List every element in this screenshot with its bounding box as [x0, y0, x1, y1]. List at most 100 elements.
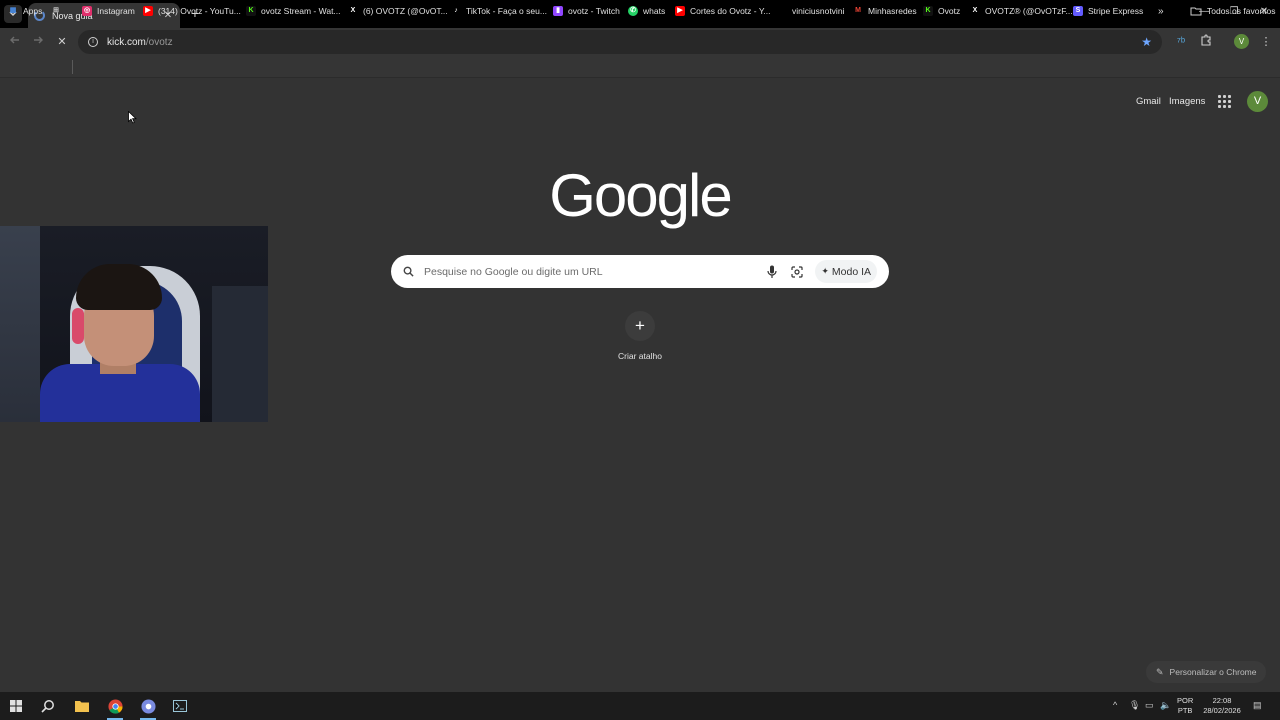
customize-chrome-button[interactable]: ✎ Personalizar o Chrome	[1146, 661, 1267, 683]
windows-taskbar: ^ 🎙 ▭ 🔈 ▤	[0, 692, 1280, 720]
ai-mode-label: Modo IA	[831, 265, 871, 278]
arrow-right-icon	[34, 36, 43, 44]
bookmarks-bar	[0, 56, 1280, 78]
profile-avatar[interactable]: V	[1247, 91, 1268, 112]
ai-mode-button[interactable]: ✦ Modo IA	[815, 260, 877, 283]
back-button[interactable]	[7, 34, 23, 50]
browser-toolbar: ✕ i kick.com/ovotz ★ ⁷ᵇ ⋮	[0, 28, 1280, 56]
bookmark-star-icon[interactable]: ★	[1141, 35, 1152, 49]
notifications-icon[interactable]: ▤	[1253, 700, 1262, 711]
bookmark-stripe[interactable]: S Stripe Express	[1073, 4, 1143, 18]
tray-overflow-chevron-icon[interactable]: ^	[1113, 700, 1117, 710]
bookmark-label: Ovotz	[938, 6, 961, 16]
bookmark-label: (6) OVOTZ (@OvOT...	[363, 6, 448, 16]
volume-icon[interactable]: 🔈	[1160, 700, 1171, 711]
grid-icon: ⊞	[53, 7, 59, 14]
chrome-taskbar-icon[interactable]	[104, 696, 126, 720]
images-link[interactable]: Imagens	[1169, 96, 1205, 107]
search-icon	[403, 266, 414, 277]
bookmark-kick-stream[interactable]: K ovotz Stream - Wat...	[246, 4, 341, 18]
language-indicator[interactable]: POR PTB	[1177, 696, 1193, 716]
url-path: /ovotz	[145, 36, 173, 48]
bookmark-label: Todos os favoritos	[1207, 6, 1276, 16]
search-box[interactable]: Pesquise no Google ou digite um URL ✦ Mo…	[391, 255, 889, 288]
address-bar[interactable]: i kick.com/ovotz ★	[78, 30, 1162, 54]
windows-start-icon[interactable]	[5, 696, 27, 716]
webcam-overlay	[0, 226, 268, 422]
youtube-icon: ▶	[143, 6, 153, 16]
bookmark-instagram[interactable]: ◎ Instagram	[82, 4, 135, 18]
bookmark-x-ovotzf[interactable]: X OVOTZ® (@OvOTzF...	[970, 4, 1073, 18]
tiktok-icon: ♪	[451, 6, 461, 16]
shortcut-label: Criar atalho	[618, 351, 662, 361]
bookmarks-overflow-chevron-icon[interactable]: »	[1158, 4, 1164, 18]
bookmark-ovotz[interactable]: K Ovotz	[923, 4, 960, 18]
apps-icon: ▦	[9, 7, 17, 14]
bookmark-apps[interactable]: ▦ Apps	[8, 4, 43, 18]
bookmark-label: TikTok - Faça o seu...	[466, 6, 547, 16]
file-explorer-icon[interactable]	[71, 696, 93, 716]
url-text[interactable]: kick.com/ovotz	[107, 37, 173, 48]
bookmark-label: ovotz Stream - Wat...	[261, 6, 341, 16]
bookmark-all-favorites[interactable]: Todos os favoritos	[1190, 4, 1276, 18]
add-shortcut[interactable]: + Criar atalho	[616, 311, 664, 361]
search-input[interactable]: Pesquise no Google ou digite um URL	[424, 266, 767, 278]
plus-icon: +	[625, 311, 655, 341]
chrome-profile-taskbar-icon[interactable]	[137, 696, 159, 720]
bookmark-cortes[interactable]: ▶ Cortes do Ovotz - Y...	[675, 4, 770, 18]
bookmark-grid[interactable]: ⊞	[51, 4, 66, 18]
gmail-link[interactable]: Gmail	[1136, 96, 1161, 107]
x-icon: X	[348, 6, 358, 16]
bookmark-x-ovotz[interactable]: X (6) OVOTZ (@OvOT...	[348, 4, 448, 18]
clock-time: 22:08	[1212, 696, 1232, 705]
google-lens-icon[interactable]	[791, 265, 803, 278]
kick-icon: K	[923, 6, 933, 16]
arrow-left-icon	[10, 36, 19, 44]
stop-loading-button[interactable]: ✕	[54, 34, 70, 50]
bookmark-minhasredes[interactable]: M Minhasredes	[853, 4, 917, 18]
microphone-icon[interactable]	[767, 265, 777, 279]
clock[interactable]: 22:08 28/02/2026	[1200, 696, 1244, 716]
kick-icon: K	[246, 6, 256, 16]
clock-date: 28/02/2026	[1203, 706, 1241, 715]
keyboard-layout: PTB	[1177, 706, 1193, 715]
translate-extension-icon[interactable]: ⁷ᵇ	[1173, 34, 1189, 50]
bookmark-label: Instagram	[97, 6, 135, 16]
url-host: kick.com	[107, 36, 146, 48]
twitch-icon: ▮	[553, 6, 563, 16]
extensions-puzzle-icon[interactable]	[1198, 34, 1214, 50]
customize-label: Personalizar o Chrome	[1169, 667, 1257, 677]
bookmark-twitch[interactable]: ▮ ovotz - Twitch	[553, 4, 620, 18]
site-info-icon[interactable]: i	[88, 37, 98, 47]
google-logo: Google	[549, 162, 732, 229]
forward-button[interactable]	[30, 34, 46, 50]
x-icon: X	[970, 6, 980, 16]
gmail-icon: M	[855, 7, 861, 14]
profile-avatar-small[interactable]: V	[1234, 34, 1249, 49]
google-apps-icon[interactable]	[1218, 95, 1231, 108]
bookmark-label: whats	[643, 6, 666, 16]
bookmark-youtube-ovotz[interactable]: ▶ (314) Ovotz - YouTu...	[143, 4, 241, 18]
bookmark-label: ovotz - Twitch	[568, 6, 620, 16]
bookmark-viniciusnotvini[interactable]: viniciusnotvini	[777, 4, 844, 18]
terminal-taskbar-icon[interactable]	[169, 696, 191, 716]
taskbar-search-icon[interactable]	[37, 696, 59, 716]
bookmark-tiktok[interactable]: ♪ TikTok - Faça o seu...	[451, 4, 547, 18]
whatsapp-icon: ✆	[628, 6, 638, 16]
bookmark-whats[interactable]: ✆ whats	[628, 4, 665, 18]
bookmark-label: Apps	[23, 6, 43, 16]
mouse-cursor-icon	[128, 111, 137, 124]
network-icon[interactable]: ▭	[1145, 700, 1154, 711]
stripe-icon: S	[1073, 6, 1083, 16]
site-icon	[777, 6, 787, 16]
menu-kebab-icon[interactable]: ⋮	[1258, 34, 1274, 50]
bookmark-label: viniciusnotvini	[792, 6, 845, 16]
folder-icon	[1190, 7, 1202, 16]
bookmark-label: OVOTZ® (@OvOTzF...	[985, 6, 1073, 16]
bookmark-label: Stripe Express	[1088, 6, 1144, 16]
bookmark-label: (314) Ovotz - YouTu...	[158, 6, 241, 16]
bookmarks-separator	[72, 60, 73, 74]
microphone-tray-icon[interactable]: 🎙	[1129, 700, 1140, 711]
bookmark-label: Minhasredes	[868, 6, 917, 16]
ai-sparkle-search-icon: ✦	[821, 266, 829, 276]
